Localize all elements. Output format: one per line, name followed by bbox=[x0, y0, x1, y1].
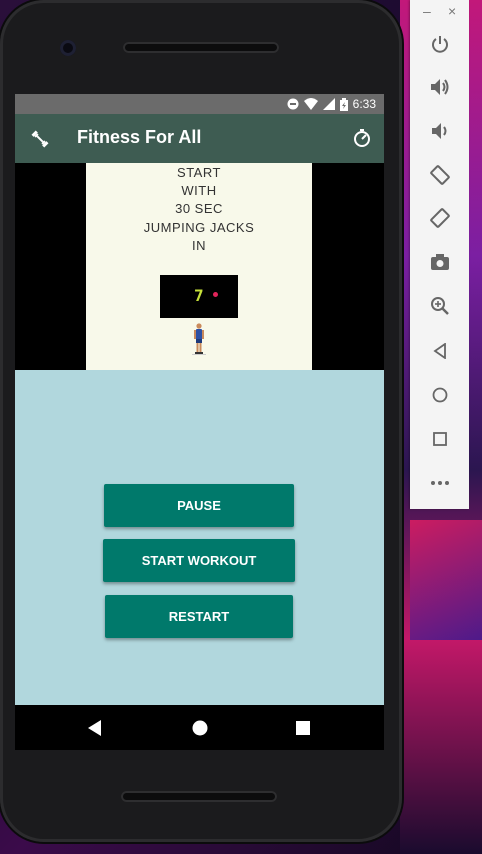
exercise-image-area: START WITH 30 SEC JUMPING JACKS IN 7 bbox=[15, 163, 384, 370]
signal-icon bbox=[322, 98, 335, 110]
nav-home-icon[interactable] bbox=[192, 720, 208, 736]
zoom-icon[interactable] bbox=[410, 291, 469, 321]
bottom-speaker bbox=[121, 791, 277, 802]
rotate-right-icon[interactable] bbox=[410, 203, 469, 233]
nav-overview-icon[interactable] bbox=[296, 721, 310, 735]
timer-icon[interactable] bbox=[352, 128, 372, 148]
back-icon[interactable] bbox=[410, 336, 469, 366]
exercise-card: START WITH 30 SEC JUMPING JACKS IN 7 bbox=[86, 163, 312, 370]
pause-button[interactable]: PAUSE bbox=[104, 484, 294, 527]
countdown-display: 7 bbox=[160, 275, 238, 318]
minimize-button[interactable]: – bbox=[423, 3, 431, 19]
nav-back-icon[interactable] bbox=[88, 720, 102, 736]
overview-icon[interactable] bbox=[410, 424, 469, 454]
volume-up-icon[interactable] bbox=[410, 72, 469, 102]
card-line-with: WITH bbox=[181, 183, 217, 198]
emulator-toolbar: – × bbox=[410, 0, 469, 509]
countdown-dot bbox=[213, 292, 218, 297]
wifi-icon bbox=[303, 98, 318, 110]
exercise-figure-icon bbox=[192, 323, 206, 355]
power-icon[interactable] bbox=[410, 29, 469, 59]
restart-button[interactable]: RESTART bbox=[105, 595, 293, 638]
front-camera bbox=[60, 40, 76, 56]
background-streak bbox=[410, 520, 482, 640]
card-line-duration: 30 SEC bbox=[175, 201, 223, 216]
home-icon[interactable] bbox=[410, 380, 469, 410]
card-line-in: IN bbox=[192, 238, 206, 253]
controls-panel: PAUSE START WORKOUT RESTART bbox=[15, 370, 384, 705]
phone-frame: 6:33 Fitness For All START WITH 30 SEC J… bbox=[0, 0, 402, 842]
device-screen: 6:33 Fitness For All START WITH 30 SEC J… bbox=[15, 94, 384, 750]
battery-icon bbox=[339, 97, 348, 111]
more-icon[interactable] bbox=[410, 468, 469, 498]
card-line-exercise: JUMPING JACKS bbox=[143, 220, 255, 235]
navigation-bar bbox=[15, 705, 384, 750]
card-line-start: START bbox=[177, 165, 221, 180]
status-bar: 6:33 bbox=[15, 94, 384, 114]
close-button[interactable]: × bbox=[448, 3, 456, 19]
do-not-disturb-icon bbox=[287, 98, 299, 110]
countdown-digit: 7 bbox=[194, 286, 204, 305]
dumbbell-icon[interactable] bbox=[29, 128, 51, 150]
earpiece-speaker bbox=[123, 42, 279, 53]
rotate-left-icon[interactable] bbox=[410, 160, 469, 190]
start-workout-button[interactable]: START WORKOUT bbox=[103, 539, 295, 582]
app-bar: Fitness For All bbox=[15, 114, 384, 163]
status-time: 6:33 bbox=[352, 97, 376, 111]
volume-down-icon[interactable] bbox=[410, 116, 469, 146]
app-title: Fitness For All bbox=[77, 127, 202, 147]
camera-icon[interactable] bbox=[410, 247, 469, 277]
